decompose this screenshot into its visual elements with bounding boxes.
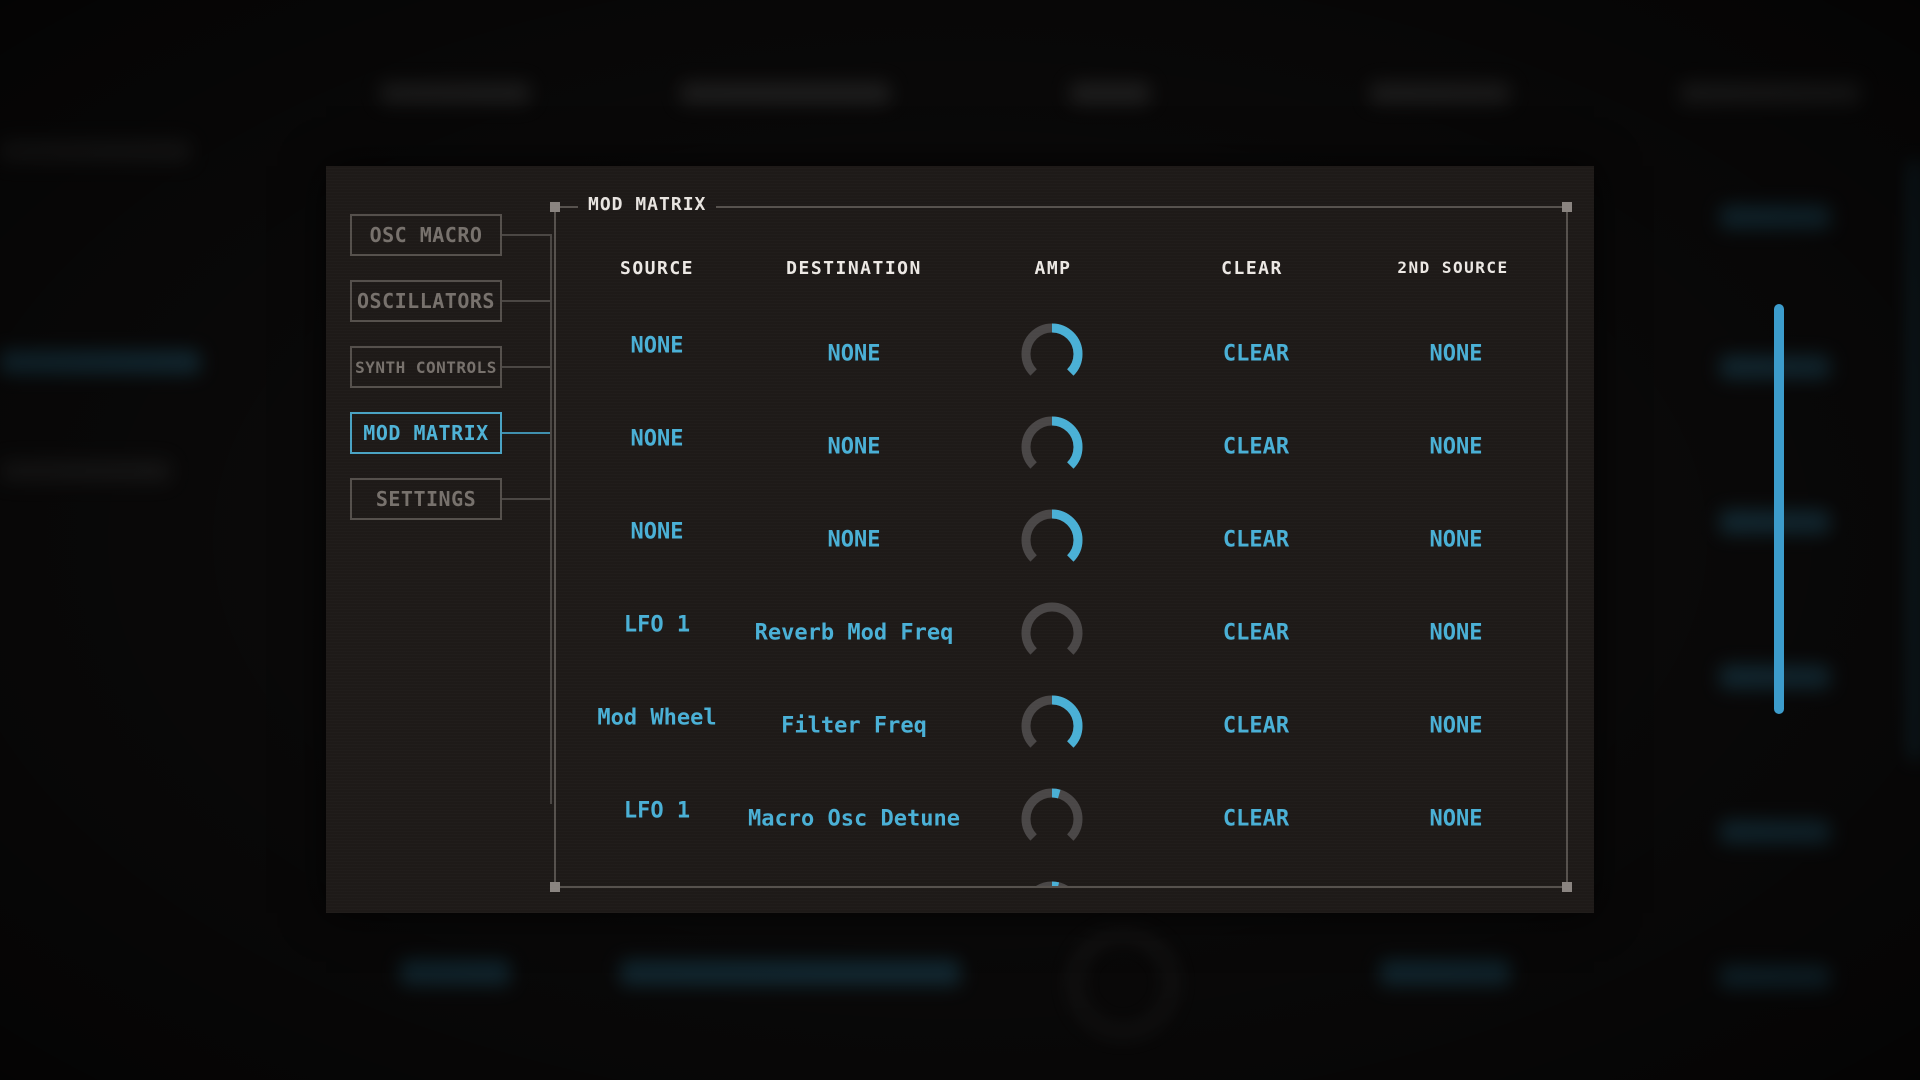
nav-item-mod-matrix[interactable]: MOD MATRIX [350, 412, 502, 454]
second-source-select[interactable]: NONE [1430, 806, 1483, 831]
nav-connector [502, 234, 550, 236]
destination-select[interactable]: NONE [828, 341, 881, 366]
mod-matrix-panel: OSC MACRO OSCILLATORS SYNTH CONTROLS MOD… [326, 166, 1784, 913]
source-select[interactable]: LFO 1 [624, 613, 690, 638]
nav-item-oscillators[interactable]: OSCILLATORS [350, 280, 502, 322]
nav-item-label: SETTINGS [375, 487, 477, 511]
clear-button[interactable]: CLEAR [1223, 806, 1289, 831]
amp-knob-track [1021, 602, 1083, 663]
nav-item-synth-controls[interactable]: SYNTH CONTROLS [350, 346, 502, 388]
nav-connector [502, 300, 550, 302]
clear-button[interactable]: CLEAR [1223, 713, 1289, 738]
second-source-select[interactable]: NONE [1430, 434, 1483, 459]
nav-item-label: OSC MACRO [369, 223, 483, 247]
amp-knob[interactable] [1019, 507, 1085, 573]
clear-button[interactable]: CLEAR [1223, 434, 1289, 459]
destination-select[interactable]: Filter Freq [781, 713, 927, 738]
source-select[interactable]: LFO 1 [624, 799, 690, 824]
second-source-select[interactable]: NONE [1430, 341, 1483, 366]
amp-knob[interactable] [1019, 786, 1085, 852]
matrix-row: LFO 1 [556, 865, 1566, 886]
matrix-row: NONE NONE CLEAR NONE [556, 400, 1566, 493]
nav-item-label: OSCILLATORS [357, 289, 495, 313]
destination-select[interactable]: Macro Osc Detune [748, 806, 960, 831]
amp-knob[interactable] [1019, 693, 1085, 759]
nav-spine [550, 234, 552, 804]
matrix-row: LFO 1 Reverb Mod Freq CLEAR NONE [556, 586, 1566, 679]
clear-button[interactable]: CLEAR [1223, 620, 1289, 645]
nav-connector [502, 498, 550, 500]
matrix-scrollbar[interactable] [1774, 304, 1784, 714]
nav-item-label: MOD MATRIX [363, 421, 489, 445]
amp-knob[interactable] [1019, 414, 1085, 480]
nav-item-label: SYNTH CONTROLS [355, 357, 497, 377]
second-source-select[interactable]: NONE [1430, 527, 1483, 552]
matrix-row: NONE NONE CLEAR NONE [556, 493, 1566, 586]
destination-select[interactable]: Reverb Mod Freq [755, 620, 954, 645]
nav-connector-active [502, 432, 550, 434]
destination-select[interactable]: NONE [828, 527, 881, 552]
matrix-rows: NONE NONE CLEAR NONE NONE NONE CLEAR NONE NONE NO… [556, 208, 1566, 886]
mod-matrix-frame: MOD MATRIX SOURCE DESTINATION AMP CLEAR … [550, 194, 1784, 892]
matrix-row: Mod Wheel Filter Freq CLEAR NONE [556, 679, 1566, 772]
second-source-select[interactable]: NONE [1430, 713, 1483, 738]
amp-knob[interactable] [1019, 600, 1085, 666]
clear-button[interactable]: CLEAR [1223, 341, 1289, 366]
source-select[interactable]: NONE [631, 520, 684, 545]
destination-select[interactable]: NONE [828, 434, 881, 459]
matrix-row: NONE NONE CLEAR NONE [556, 307, 1566, 400]
nav-connector [502, 366, 550, 368]
second-source-select[interactable]: NONE [1430, 620, 1483, 645]
source-select[interactable]: NONE [631, 334, 684, 359]
matrix-row: LFO 1 Macro Osc Detune CLEAR NONE [556, 772, 1566, 865]
source-select[interactable]: NONE [631, 427, 684, 452]
nav-item-osc-macro[interactable]: OSC MACRO [350, 214, 502, 256]
amp-knob[interactable] [1019, 321, 1085, 387]
amp-knob[interactable] [1019, 879, 1085, 887]
nav-item-settings[interactable]: SETTINGS [350, 478, 502, 520]
clear-button[interactable]: CLEAR [1223, 527, 1289, 552]
source-select[interactable]: Mod Wheel [597, 706, 716, 731]
